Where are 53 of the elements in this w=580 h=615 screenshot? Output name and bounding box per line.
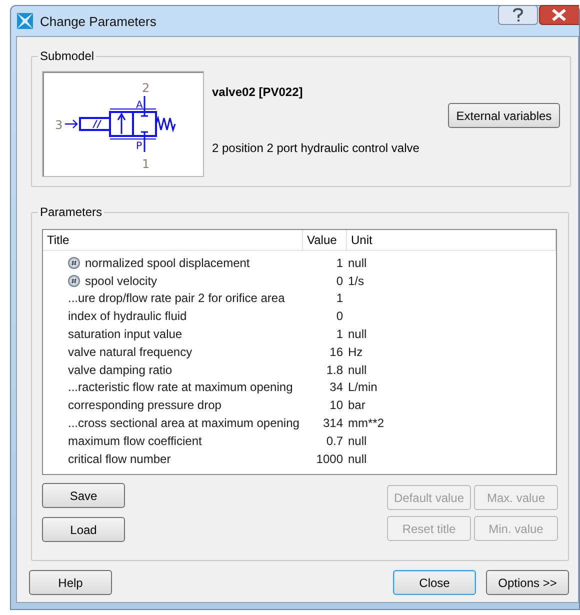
- port-label: 2: [142, 81, 150, 95]
- column-header[interactable]: Unit: [347, 230, 556, 250]
- parameter-title: ...racteristic flow rate at maximum opening: [68, 380, 293, 394]
- parameter-unit: 1/s: [348, 274, 364, 288]
- parameter-value: 1: [336, 256, 343, 270]
- group-label: Submodel: [39, 49, 96, 63]
- parameter-value: 314: [322, 416, 343, 430]
- parameter-title: corresponding pressure drop: [68, 398, 222, 412]
- parameter-unit: null: [348, 256, 367, 270]
- parameter-unit: null: [348, 452, 367, 466]
- parameter-unit: Hz: [348, 344, 363, 359]
- parameter-value: 0.7: [326, 434, 343, 448]
- parameter-unit: bar: [348, 398, 366, 412]
- port-label: 1: [142, 157, 150, 171]
- parameter-title: maximum flow coefficient: [68, 434, 202, 448]
- parameter-unit: null: [348, 327, 367, 342]
- parameter-unit: L/min: [348, 380, 378, 394]
- parameter-title: ...ure drop/flow rate pair 2 for orifice area: [68, 291, 285, 306]
- external-variables-button[interactable]: External variables: [448, 103, 560, 128]
- parameter-title: spool velocity: [85, 274, 158, 288]
- parameter-unit: null: [348, 362, 367, 377]
- window-title: Change Parameters: [40, 14, 156, 28]
- panel-button[interactable]: Load: [42, 517, 125, 542]
- parameter-title: index of hydraulic fluid: [68, 309, 187, 324]
- group-label: Parameters: [39, 205, 104, 219]
- column-header[interactable]: Value: [303, 230, 347, 250]
- port-label: P: [136, 141, 142, 152]
- column-header[interactable]: Title: [43, 230, 303, 250]
- options-button[interactable]: Options >>: [486, 570, 569, 595]
- parameter-value: 1000: [316, 452, 343, 466]
- parameter-value: 0: [336, 274, 343, 288]
- parameter-value: 34: [330, 380, 343, 394]
- parameter-value: 16: [330, 344, 343, 359]
- parameter-unit: mm**2: [348, 416, 384, 430]
- parameter-value: 1: [336, 291, 343, 306]
- panel-button[interactable]: Save: [42, 483, 125, 508]
- parameter-title: critical flow number: [68, 452, 171, 466]
- parameter-unit: null: [348, 434, 367, 448]
- close-button[interactable]: Close: [393, 570, 476, 595]
- parameter-title: saturation input value: [68, 327, 182, 342]
- parameter-title: valve damping ratio: [68, 362, 172, 377]
- submodel-name: valve02 [PV022]: [212, 85, 304, 99]
- parameter-value: 1.8: [326, 362, 343, 377]
- parameter-value: 0: [336, 309, 343, 324]
- parameter-title: ...cross sectional area at maximum opening: [68, 416, 300, 430]
- submodel-description: 2 position 2 port hydraulic control valve: [212, 141, 420, 155]
- parameter-value: 1: [336, 327, 343, 342]
- parameter-title: normalized spool displacement: [85, 256, 250, 270]
- help-button[interactable]: Help: [29, 570, 112, 595]
- parameter-title: valve natural frequency: [68, 344, 192, 359]
- port-label: A: [136, 100, 143, 111]
- port-label: 3: [55, 118, 63, 132]
- parameter-value: 10: [330, 398, 343, 412]
